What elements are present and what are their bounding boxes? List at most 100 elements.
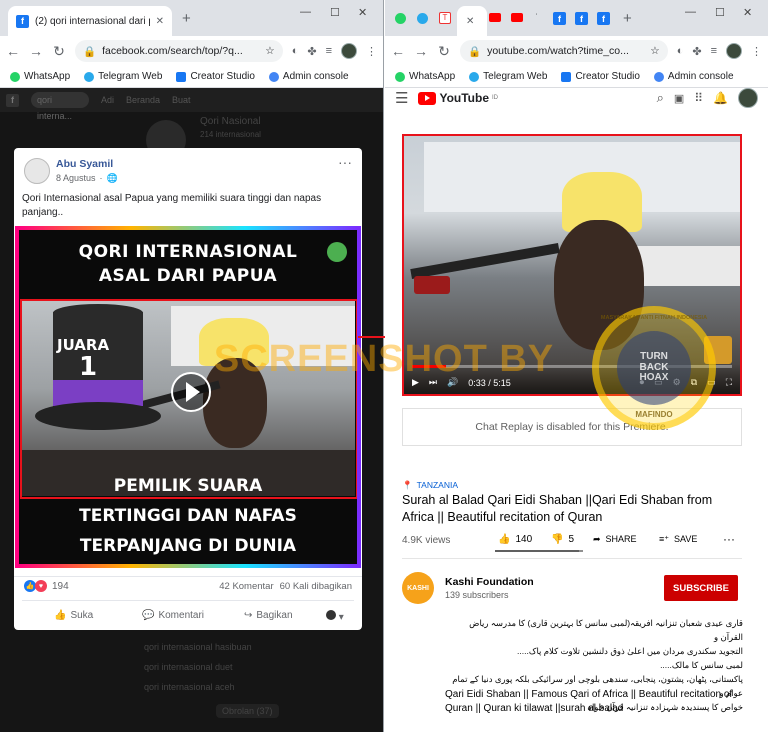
next-icon[interactable]: ⏭ [429, 377, 437, 388]
notifications-icon[interactable]: 🔔 [713, 91, 728, 105]
comment-count[interactable]: 42 Komentar [219, 581, 273, 592]
forward-icon[interactable]: → [414, 43, 428, 59]
profile-avatar[interactable] [341, 43, 357, 59]
tab-youtube-active[interactable]: ✕ [457, 6, 487, 36]
nav-profile[interactable]: Adi [101, 95, 114, 105]
minimize-icon[interactable]: — [685, 6, 696, 18]
bookmark-creator-studio[interactable]: Creator Studio [176, 71, 255, 82]
star-icon[interactable]: ☆ [265, 45, 274, 57]
hamburger-icon[interactable]: ☰ [395, 89, 408, 107]
facebook-search[interactable]: qori interna... [31, 92, 89, 121]
reload-icon[interactable]: ↻ [437, 43, 451, 60]
bookmark-telegram[interactable]: Telegram Web [469, 71, 547, 82]
seal-line: HOAX [639, 372, 669, 384]
account-avatar[interactable] [738, 88, 758, 108]
google-icon [268, 71, 279, 82]
puzzle-icon[interactable]: ✤ [692, 45, 701, 58]
star-icon[interactable]: ☆ [650, 45, 659, 57]
bookmark-admin-console[interactable]: Admin console [268, 71, 349, 82]
tab-youtube-3[interactable] [511, 13, 523, 22]
reaction-summary[interactable]: 👍 ♥ 194 [24, 580, 69, 592]
address-bar[interactable]: 🔒 youtube.com/watch?time_co... ☆ [460, 40, 668, 62]
play-icon[interactable]: ▶ [412, 377, 419, 388]
audience-selector[interactable]: ▾ [326, 610, 344, 623]
tab-facebook-2[interactable]: f [575, 12, 588, 25]
extension-icon[interactable]: ◐ [292, 45, 299, 57]
minimize-icon[interactable]: — [300, 6, 311, 18]
post-video[interactable]: QORI INTERNASIONAL ASAL DARI PAPUA JUARA… [15, 226, 361, 568]
bookmark-creator-studio[interactable]: Creator Studio [561, 71, 640, 82]
tab-whatsapp[interactable] [395, 13, 406, 24]
youtube-logo[interactable]: YouTube ID [418, 91, 498, 105]
tab-facebook-3[interactable]: f [597, 12, 610, 25]
suggestion-1[interactable]: qori internasional hasibuan [144, 642, 252, 652]
search-icon[interactable]: ⌕ [657, 90, 664, 106]
result-name[interactable]: Qori Nasional [200, 116, 261, 127]
suggestion-3[interactable]: qori internasional aceh [144, 682, 235, 692]
share-button[interactable]: ↪ Bagikan [244, 610, 293, 621]
tab-facebook[interactable]: f (2) qori internasional dari papua ✕ [8, 6, 172, 36]
create-video-icon[interactable]: ▣ [674, 92, 684, 105]
more-actions-icon[interactable]: ··· [723, 532, 735, 546]
comment-label: Komentari [158, 610, 205, 621]
tab-facebook-1[interactable]: f [553, 12, 566, 25]
reload-icon[interactable]: ↻ [52, 43, 66, 60]
lock-icon: 🔒 [468, 45, 482, 58]
volume-icon[interactable]: 🔊 [447, 377, 458, 388]
back-icon[interactable]: ← [6, 43, 20, 59]
sentiment-bar [495, 550, 583, 552]
close-tab-icon[interactable]: ✕ [156, 16, 164, 27]
description-english: Qari Eidi Shaban || Famous Qari of Afric… [445, 689, 733, 714]
puzzle-icon[interactable]: ✤ [307, 45, 316, 58]
video-title: Surah al Balad Qari Eidi Shaban ||Qari E… [402, 493, 713, 524]
bookmark-admin-console[interactable]: Admin console [653, 71, 734, 82]
chat-button[interactable]: Obrolan (37) [216, 704, 279, 718]
like-button[interactable]: 👍 140 [498, 534, 532, 545]
author-name[interactable]: Abu Syamil [56, 158, 113, 170]
maximize-icon[interactable]: ☐ [715, 6, 725, 19]
queue-icon[interactable]: ≡ [326, 45, 332, 57]
new-tab-icon[interactable]: + [623, 10, 632, 27]
channel-name[interactable]: Kashi Foundation [445, 576, 534, 588]
queue-icon[interactable]: ≡ [711, 45, 717, 57]
menu-icon[interactable]: ⋮ [366, 45, 377, 58]
comment-icon: 💬 [142, 610, 155, 621]
more-options-icon[interactable]: ··· [338, 154, 352, 170]
close-window-icon[interactable]: ✕ [358, 6, 367, 19]
bookmark-telegram[interactable]: Telegram Web [84, 71, 162, 82]
back-icon[interactable]: ← [391, 43, 405, 59]
tab-youtube-2[interactable] [489, 13, 501, 22]
share-button[interactable]: ➦ SHARE [593, 534, 637, 545]
bookmark-whatsapp[interactable]: WhatsApp [10, 71, 70, 82]
author-avatar[interactable] [24, 158, 50, 184]
nav-home[interactable]: Beranda [126, 95, 160, 105]
subscribe-button[interactable]: SUBSCRIBE [664, 575, 738, 601]
save-button[interactable]: ≡⁺ SAVE [659, 534, 697, 545]
extension-icon[interactable]: ◐ [677, 45, 684, 57]
menu-icon[interactable]: ⋮ [751, 45, 762, 58]
new-tab-icon[interactable]: + [182, 10, 191, 27]
tab-telegram[interactable] [417, 13, 428, 24]
fullscreen-icon[interactable]: ⛶ [726, 377, 732, 388]
nav-create[interactable]: Buat [172, 95, 191, 105]
bookmark-label: Telegram Web [98, 71, 163, 82]
maximize-icon[interactable]: ☐ [330, 6, 340, 19]
address-bar[interactable]: 🔒 facebook.com/search/top/?q... ☆ [75, 40, 283, 62]
suggestion-2[interactable]: qori internasional duet [144, 662, 233, 672]
channel-avatar[interactable]: KASHI [402, 572, 434, 604]
location-link[interactable]: 📍 TANZANIA [402, 480, 458, 491]
dislike-button[interactable]: 👎 5 [551, 534, 574, 545]
tab-loading[interactable]: ʾ [535, 12, 538, 22]
forward-icon[interactable]: → [29, 43, 43, 59]
comment-button[interactable]: 💬 Komentari [142, 610, 204, 621]
like-button[interactable]: 👍 Suka [54, 610, 93, 621]
tab-t[interactable]: T [439, 12, 451, 24]
share-count[interactable]: 60 Kali dibagikan [280, 581, 352, 592]
profile-avatar[interactable] [726, 43, 742, 59]
close-window-icon[interactable]: ✕ [743, 6, 752, 19]
apps-icon[interactable]: ⠿ [694, 91, 703, 105]
bookmark-whatsapp[interactable]: WhatsApp [395, 71, 455, 82]
post-date[interactable]: 8 Agustus [56, 173, 96, 184]
close-tab-icon[interactable]: ✕ [466, 16, 474, 27]
facebook-logo-icon[interactable]: f [6, 93, 19, 107]
